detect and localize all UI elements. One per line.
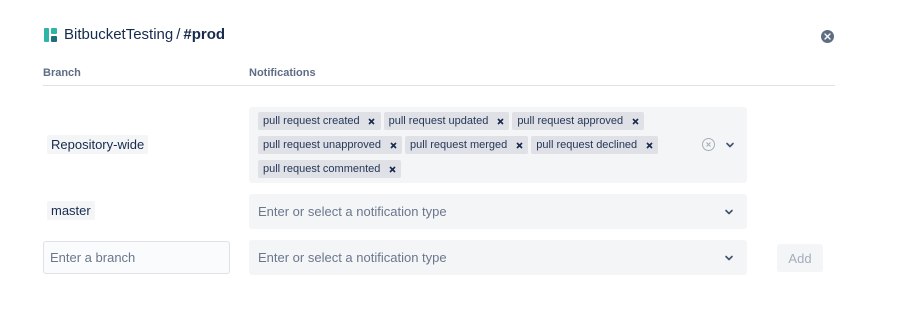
remove-chip-icon[interactable]: [495, 116, 505, 126]
remove-chip-icon[interactable]: [644, 140, 654, 150]
chevron-down-icon[interactable]: [725, 140, 735, 150]
header: BitbucketTesting / #prod: [43, 26, 225, 43]
remove-chip-icon[interactable]: [387, 164, 397, 174]
notifications-column-header: Notifications: [249, 67, 316, 79]
close-icon: [824, 33, 831, 40]
notification-select-repository-wide[interactable]: pull request created pull request updated…: [249, 107, 747, 183]
notification-select-placeholder: Enter or select a notification type: [258, 250, 447, 265]
add-button[interactable]: Add: [777, 244, 823, 272]
branch-label-master: master: [47, 201, 95, 220]
notification-chip: pull request approved: [512, 112, 645, 130]
channel-name: #prod: [183, 26, 226, 43]
notification-chip: pull request updated: [383, 112, 510, 130]
remove-chip-icon[interactable]: [514, 140, 524, 150]
notification-select-placeholder: Enter or select a notification type: [258, 204, 447, 219]
chevron-down-icon[interactable]: [724, 253, 734, 263]
notification-select-master[interactable]: Enter or select a notification type: [249, 194, 747, 229]
notification-chip: pull request merged: [405, 136, 529, 154]
notification-chip: pull request created: [258, 112, 381, 130]
notification-chip: pull request declined: [531, 136, 659, 154]
notification-chip: pull request unapproved: [258, 136, 403, 154]
branch-input[interactable]: [43, 241, 230, 274]
bitbucket-slack-logo-icon: [44, 27, 57, 42]
remove-chip-icon[interactable]: [367, 116, 377, 126]
remove-chip-icon[interactable]: [630, 116, 640, 126]
clear-selection-icon[interactable]: [702, 138, 715, 151]
notification-chip-list: pull request created pull request updated…: [258, 110, 688, 182]
branch-column-header: Branch: [43, 67, 81, 79]
workspace-name: BitbucketTesting: [64, 26, 174, 43]
header-divider: [43, 85, 835, 86]
remove-chip-icon[interactable]: [388, 140, 398, 150]
notification-chip: pull request commented: [258, 160, 402, 178]
notification-select-new[interactable]: Enter or select a notification type: [249, 240, 747, 275]
chevron-down-icon[interactable]: [724, 207, 734, 217]
page-title: BitbucketTesting / #prod: [64, 26, 225, 43]
title-separator: /: [176, 26, 181, 43]
branch-label-repository-wide: Repository-wide: [47, 135, 149, 154]
close-button[interactable]: [821, 30, 834, 43]
